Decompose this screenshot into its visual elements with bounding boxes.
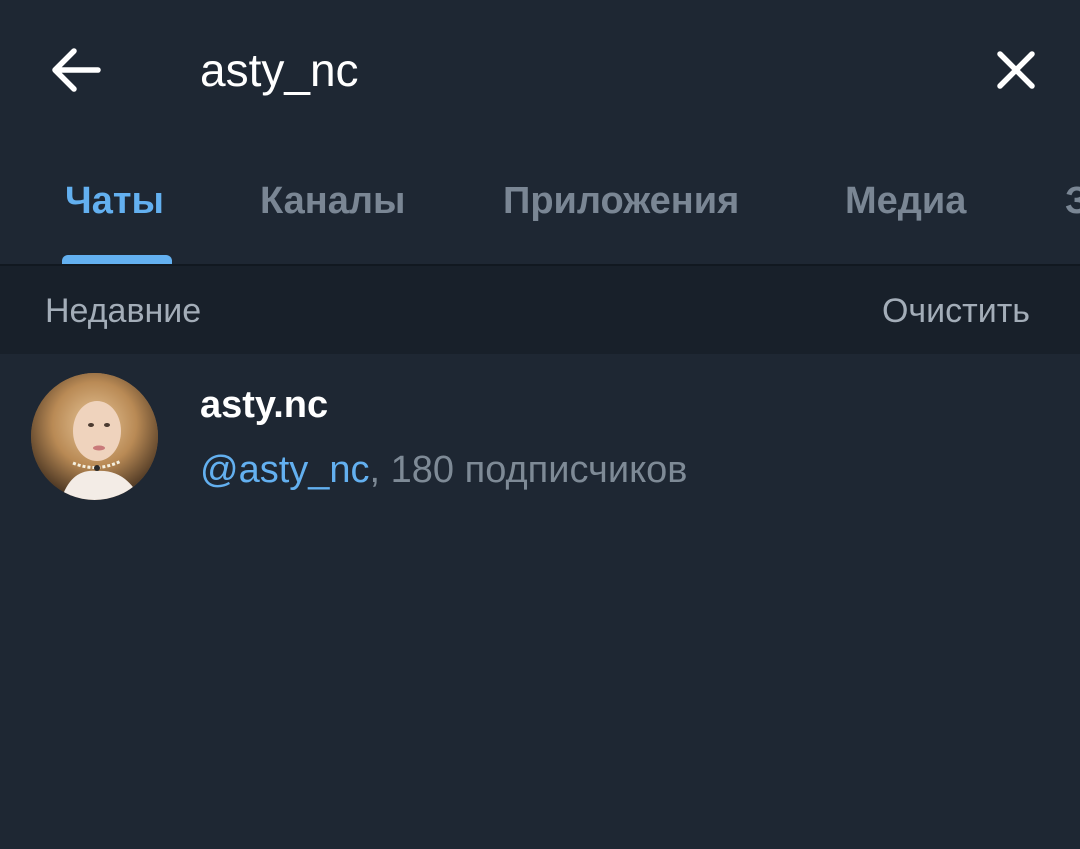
- avatar: [31, 373, 158, 500]
- search-input[interactable]: [200, 40, 900, 100]
- result-details: , 180 подписчиков: [369, 449, 688, 491]
- clear-search-button[interactable]: [976, 30, 1056, 110]
- tab-more[interactable]: З: [1065, 180, 1080, 223]
- tab-chats[interactable]: Чаты: [65, 180, 164, 223]
- result-handle: @asty_nc: [200, 449, 370, 491]
- tab-apps[interactable]: Приложения: [503, 180, 739, 223]
- tab-channels[interactable]: Каналы: [260, 180, 405, 223]
- result-subtitle: @asty_nc, 180 подписчиков: [200, 449, 687, 492]
- recent-header: Недавние Очистить: [0, 266, 1080, 354]
- list-item[interactable]: asty.nc @asty_nc, 180 подписчиков: [0, 354, 1080, 524]
- avatar-photo: [31, 373, 158, 500]
- recent-title: Недавние: [45, 292, 202, 330]
- clear-recent-button[interactable]: Очистить: [882, 292, 1030, 331]
- arrow-left-icon: [52, 48, 101, 92]
- search-screen: Чаты Каналы Приложения Медиа З Недавние …: [0, 0, 1080, 849]
- search-bar: [0, 0, 1080, 140]
- close-icon: [997, 51, 1035, 89]
- back-button[interactable]: [36, 30, 116, 110]
- search-tabs: Чаты Каналы Приложения Медиа З: [0, 140, 1080, 265]
- result-name: asty.nc: [200, 384, 329, 426]
- tab-media[interactable]: Медиа: [845, 180, 966, 223]
